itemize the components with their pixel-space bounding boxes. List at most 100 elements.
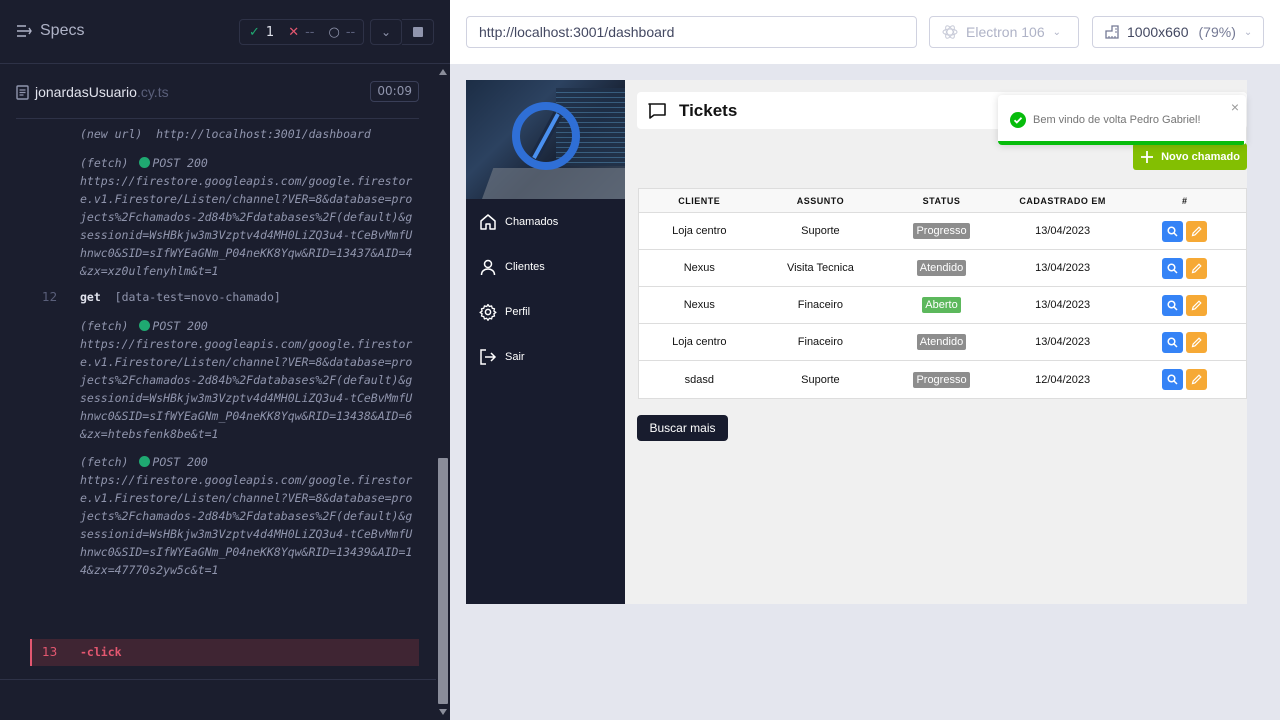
pencil-icon (1191, 336, 1202, 347)
pencil-icon (1191, 225, 1202, 236)
table-row: Nexus Visita Tecnica Atendido 13/04/2023 (639, 250, 1246, 287)
main-content: Tickets Novo chamado CLIENTE ASSUNTO STA… (625, 80, 1247, 604)
scroll-thumb[interactable] (438, 458, 448, 704)
toast-progress-bar (998, 141, 1244, 145)
buscar-mais-button[interactable]: Buscar mais (637, 415, 728, 441)
cypress-reporter: Specs ✓ 1 ✕ -- ○ -- ⌄ jonardasUsuario .cy.ts… (0, 0, 450, 720)
logout-icon (480, 348, 497, 365)
log-click-active[interactable]: 13 -click (30, 639, 419, 666)
divider (0, 679, 436, 680)
status-badge: Atendido (916, 260, 967, 276)
sidebar-nav: Chamados Clientes Perfil Sair (466, 199, 625, 379)
spec-file-ext: .cy.ts (136, 84, 169, 100)
tickets-table: CLIENTE ASSUNTO STATUS CADASTRADO EM # L… (638, 188, 1247, 399)
electron-icon (942, 25, 958, 39)
sidebar-item-chamados[interactable]: Chamados (466, 199, 625, 244)
divider (16, 118, 419, 119)
reporter-scrollbar[interactable] (436, 64, 450, 720)
check-icon: ✓ (249, 24, 260, 40)
logo-icon (512, 102, 580, 170)
stop-icon (412, 27, 423, 37)
log-fetch[interactable]: (fetch) POST 200 https://firestore.googl… (30, 317, 419, 443)
view-button[interactable] (1162, 257, 1184, 279)
aut-header: http://localhost:3001/dashboard Electron… (450, 0, 1280, 64)
dropdown-button[interactable]: ⌄ (370, 19, 402, 45)
status-dot-icon (139, 157, 151, 168)
sidebar-item-clientes[interactable]: Clientes (466, 244, 625, 289)
log-new-url[interactable]: (new url) http://localhost:3001/dashboar… (30, 125, 419, 143)
log-get[interactable]: 12 get [data-test=novo-chamado] (30, 288, 419, 306)
message-icon (648, 102, 666, 119)
table-row: Nexus Finaceiro Aberto 13/04/2023 (639, 287, 1246, 324)
view-button[interactable] (1162, 369, 1184, 390)
edit-button[interactable] (1186, 331, 1208, 353)
table-row: Loja centro Finaceiro Atendido 13/04/202… (639, 324, 1246, 361)
x-icon: ✕ (288, 24, 300, 40)
pencil-icon (1191, 374, 1202, 385)
spec-file-row[interactable]: jonardasUsuario .cy.ts 00:09 (16, 78, 419, 106)
pending-icon: ○ (328, 24, 340, 40)
sidebar: Chamados Clientes Perfil Sair (466, 80, 625, 604)
search-icon (1167, 374, 1178, 385)
reporter-header: Specs ✓ 1 ✕ -- ○ -- ⌄ (0, 0, 450, 64)
view-button[interactable] (1162, 294, 1184, 316)
page-title: Tickets (679, 100, 738, 120)
user-icon (480, 259, 496, 275)
viewport-selector[interactable]: 1000x660 (79%) ⌄ (1092, 16, 1264, 48)
passed-stat: ✓ 1 (249, 24, 275, 40)
stop-button[interactable] (402, 19, 434, 45)
scroll-up-icon[interactable] (439, 69, 447, 75)
specs-title: Specs (40, 22, 85, 39)
close-icon[interactable]: × (1231, 99, 1239, 115)
app-under-test: Chamados Clientes Perfil Sair Tickets No… (466, 80, 1247, 604)
view-button[interactable] (1162, 220, 1184, 242)
edit-button[interactable] (1186, 257, 1208, 279)
home-icon (480, 213, 496, 230)
sidebar-banner-image (466, 80, 625, 199)
search-icon (1167, 299, 1178, 311)
file-icon (16, 84, 29, 100)
status-dot-icon (139, 320, 151, 331)
chevron-down-icon: ⌄ (1052, 26, 1061, 38)
search-icon (1167, 336, 1178, 348)
chevron-down-icon: ⌄ (380, 25, 392, 39)
log-fetch[interactable]: (fetch) POST 200 https://firestore.googl… (30, 154, 419, 280)
edit-button[interactable] (1186, 220, 1208, 242)
spec-file-name: jonardasUsuario (35, 84, 137, 100)
scroll-down-icon[interactable] (439, 709, 447, 715)
browser-selector[interactable]: Electron 106 ⌄ (929, 16, 1079, 48)
log-fetch[interactable]: (fetch) POST 200 https://firestore.googl… (30, 453, 419, 579)
novo-chamado-button[interactable]: Novo chamado (1133, 143, 1247, 170)
spec-duration: 00:09 (370, 81, 419, 102)
table-row: Loja centro Suporte Progresso 13/04/2023 (639, 213, 1246, 250)
status-badge: Aberto (922, 297, 961, 313)
edit-button[interactable] (1186, 369, 1208, 390)
gear-icon (479, 303, 497, 321)
status-dot-icon (139, 456, 151, 467)
failed-stat: ✕ -- (288, 24, 315, 40)
status-badge: Progresso (913, 223, 970, 239)
pending-stat: ○ -- (328, 24, 356, 40)
search-icon (1167, 225, 1178, 237)
specs-toggle[interactable]: Specs (16, 22, 84, 40)
edit-button[interactable] (1186, 294, 1208, 316)
plus-icon (1141, 150, 1154, 163)
pencil-icon (1191, 262, 1202, 273)
toast-message: Bem vindo de volta Pedro Gabriel! (1033, 114, 1201, 126)
sidebar-item-perfil[interactable]: Perfil (466, 289, 625, 334)
table-row: sdasd Suporte Progresso 12/04/2023 (639, 361, 1246, 398)
view-button[interactable] (1162, 331, 1184, 353)
command-log: (new url) http://localhost:3001/dashboar… (30, 120, 419, 666)
pencil-icon (1191, 299, 1202, 310)
status-badge: Atendido (916, 334, 967, 350)
search-icon (1167, 262, 1178, 274)
status-badge: Progresso (913, 371, 970, 388)
url-bar[interactable]: http://localhost:3001/dashboard (466, 16, 917, 48)
test-stats: ✓ 1 ✕ -- ○ -- (239, 19, 364, 45)
table-header: CLIENTE ASSUNTO STATUS CADASTRADO EM # (639, 189, 1246, 213)
ruler-icon (1105, 25, 1119, 39)
sidebar-item-sair[interactable]: Sair (466, 334, 625, 379)
success-check-icon (1010, 112, 1026, 128)
menu-collapse-icon (17, 25, 32, 37)
toast-notification: Bem vindo de volta Pedro Gabriel! × (998, 95, 1246, 145)
